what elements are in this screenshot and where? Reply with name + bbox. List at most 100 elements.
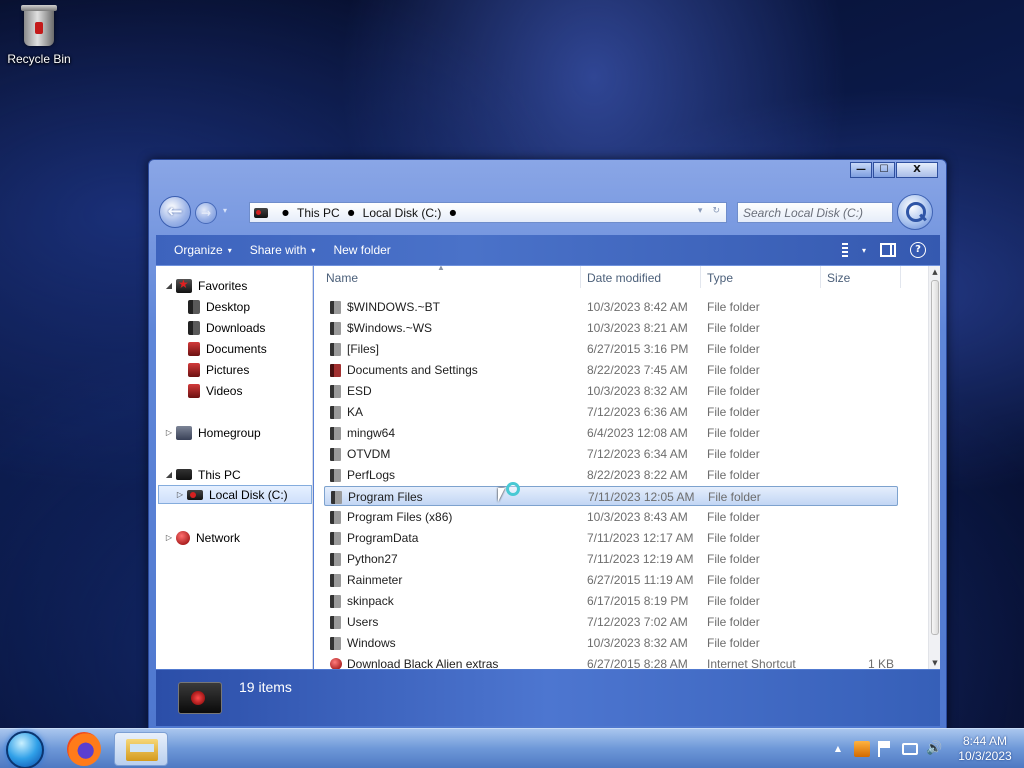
file-row[interactable]: Documents and Settings 8/22/2023 7:45 AM F… bbox=[324, 360, 898, 380]
file-row[interactable]: $Windows.~WS 10/3/2023 8:21 AM File folder bbox=[324, 318, 898, 338]
nav-documents[interactable]: Documents bbox=[188, 339, 267, 358]
back-button[interactable]: ← bbox=[159, 196, 191, 228]
nav-local-disk-label: Local Disk (C:) bbox=[209, 487, 288, 502]
address-dropdown-icon[interactable]: ▾ bbox=[698, 206, 703, 216]
collapsed-icon[interactable]: ▷ bbox=[175, 490, 185, 499]
help-icon[interactable]: ? bbox=[910, 242, 926, 258]
column-type[interactable]: Type bbox=[707, 271, 733, 285]
file-name: [Files] bbox=[347, 342, 380, 356]
nav-local-disk[interactable]: ▷ Local Disk (C:) bbox=[158, 485, 312, 504]
action-center-flag-icon[interactable] bbox=[878, 741, 894, 757]
file-row[interactable]: Users 7/12/2023 7:02 AM File folder bbox=[324, 612, 898, 632]
desktop-icon-recycle-bin[interactable]: Recycle Bin bbox=[6, 5, 72, 66]
homegroup-icon bbox=[176, 425, 192, 440]
column-size[interactable]: Size bbox=[827, 271, 850, 285]
search-input[interactable]: Search Local Disk (C:) bbox=[737, 202, 893, 223]
column-divider[interactable] bbox=[580, 266, 581, 288]
file-date-modified: 10/3/2023 8:32 AM bbox=[587, 636, 688, 650]
file-date-modified: 10/3/2023 8:42 AM bbox=[587, 300, 688, 314]
collapsed-icon[interactable]: ▷ bbox=[164, 428, 174, 437]
file-row[interactable]: PerfLogs 8/22/2023 8:22 AM File folder bbox=[324, 465, 898, 485]
scroll-up-arrow[interactable]: ▲ bbox=[929, 266, 940, 278]
file-date-modified: 7/12/2023 7:02 AM bbox=[587, 615, 688, 629]
recent-locations-dropdown[interactable]: ▾ bbox=[223, 206, 227, 215]
breadcrumb-separator[interactable]: ● bbox=[449, 208, 456, 217]
minimize-button[interactable]: — bbox=[850, 162, 872, 178]
nav-this-pc[interactable]: ◢ This PC bbox=[164, 465, 241, 484]
expanded-icon[interactable]: ◢ bbox=[164, 281, 174, 290]
file-type: File folder bbox=[707, 342, 760, 356]
breadcrumb-this-pc[interactable]: This PC bbox=[297, 206, 340, 220]
nav-network[interactable]: ▷ Network bbox=[164, 528, 240, 547]
file-row[interactable]: ProgramData 7/11/2023 12:17 AM File folder bbox=[324, 528, 898, 548]
file-row[interactable]: Rainmeter 6/27/2015 11:19 AM File folder bbox=[324, 570, 898, 590]
computer-icon bbox=[176, 469, 192, 480]
file-explorer-taskbar-button[interactable] bbox=[114, 732, 168, 766]
column-name[interactable]: Name bbox=[326, 271, 358, 285]
expanded-icon[interactable]: ◢ bbox=[164, 470, 174, 479]
sort-ascending-icon: ▲ bbox=[437, 266, 445, 272]
change-view-icon[interactable] bbox=[841, 243, 848, 257]
file-row[interactable]: Program Files (x86) 10/3/2023 8:43 AM File… bbox=[324, 507, 898, 527]
address-bar[interactable]: ● This PC ● Local Disk (C:) ● ▾ ↻ bbox=[249, 202, 727, 223]
favorites-icon bbox=[176, 277, 192, 293]
share-with-button[interactable]: Share with ▾ bbox=[232, 243, 316, 257]
organize-button[interactable]: Organize ▾ bbox=[156, 243, 232, 257]
network-tray-icon[interactable] bbox=[902, 743, 918, 755]
column-divider[interactable] bbox=[700, 266, 701, 288]
folder-icon bbox=[330, 553, 341, 566]
collapsed-icon[interactable]: ▷ bbox=[164, 533, 174, 542]
preview-pane-icon[interactable] bbox=[880, 243, 896, 257]
column-date-modified[interactable]: Date modified bbox=[587, 271, 661, 285]
forward-button[interactable]: → bbox=[195, 202, 217, 224]
file-row[interactable]: [Files] 6/27/2015 3:16 PM File folder bbox=[324, 339, 898, 359]
volume-icon[interactable]: 🔊 bbox=[926, 741, 942, 757]
file-type: File folder bbox=[707, 363, 760, 377]
show-hidden-icons-button[interactable]: ▲ bbox=[830, 741, 846, 757]
close-button[interactable]: X bbox=[896, 162, 938, 178]
nav-pictures[interactable]: Pictures bbox=[188, 360, 249, 379]
breadcrumb-separator[interactable]: ● bbox=[348, 208, 355, 217]
file-row[interactable]: Download Black Alien extras 6/27/2015 8:2… bbox=[324, 654, 898, 669]
view-options-dropdown[interactable]: ▾ bbox=[862, 246, 866, 255]
firefox-icon[interactable] bbox=[67, 732, 101, 766]
nav-favorites[interactable]: ◢ Favorites bbox=[164, 276, 247, 295]
file-name: Program Files (x86) bbox=[347, 510, 453, 524]
refresh-icon[interactable]: ↻ bbox=[712, 206, 720, 216]
file-row[interactable]: mingw64 6/4/2023 12:08 AM File folder bbox=[324, 423, 898, 443]
vertical-scrollbar[interactable]: ▲ ▼ bbox=[928, 266, 940, 669]
file-row[interactable]: ESD 10/3/2023 8:32 AM File folder bbox=[324, 381, 898, 401]
file-date-modified: 6/27/2015 3:16 PM bbox=[587, 342, 689, 356]
file-row[interactable]: Python27 7/11/2023 12:19 AM File folder bbox=[324, 549, 898, 569]
folder-icon bbox=[330, 364, 341, 377]
column-divider[interactable] bbox=[900, 266, 901, 288]
taskbar: ▲ 🔊 8:44 AM 10/3/2023 bbox=[0, 728, 1024, 768]
column-divider[interactable] bbox=[820, 266, 821, 288]
search-icon[interactable] bbox=[897, 194, 933, 230]
file-row[interactable]: Windows 10/3/2023 8:32 AM File folder bbox=[324, 633, 898, 653]
file-row[interactable]: $WINDOWS.~BT 10/3/2023 8:42 AM File folder bbox=[324, 297, 898, 317]
folder-icon bbox=[330, 532, 341, 545]
tray-app-icon[interactable] bbox=[854, 741, 870, 757]
breadcrumb-separator[interactable]: ● bbox=[282, 208, 289, 217]
new-folder-button[interactable]: New folder bbox=[315, 243, 390, 257]
nav-desktop[interactable]: Desktop bbox=[188, 297, 250, 316]
file-row[interactable]: KA 7/12/2023 6:36 AM File folder bbox=[324, 402, 898, 422]
nav-homegroup[interactable]: ▷ Homegroup bbox=[164, 423, 261, 442]
breadcrumb-local-disk[interactable]: Local Disk (C:) bbox=[363, 206, 442, 220]
nav-downloads[interactable]: Downloads bbox=[188, 318, 265, 337]
file-name: $Windows.~WS bbox=[347, 321, 433, 335]
file-row[interactable]: Program Files 7/11/2023 12:05 AM File fold… bbox=[324, 486, 898, 506]
maximize-button[interactable]: ☐ bbox=[873, 162, 895, 178]
file-type: File folder bbox=[708, 490, 761, 504]
nav-videos[interactable]: Videos bbox=[188, 381, 242, 400]
scroll-thumb[interactable] bbox=[931, 280, 939, 635]
file-type: File folder bbox=[707, 405, 760, 419]
folder-icon bbox=[330, 406, 341, 419]
file-row[interactable]: skinpack 6/17/2015 8:19 PM File folder bbox=[324, 591, 898, 611]
folder-icon bbox=[330, 427, 341, 440]
file-row[interactable]: OTVDM 7/12/2023 6:34 AM File folder bbox=[324, 444, 898, 464]
start-button[interactable] bbox=[6, 731, 44, 768]
scroll-down-arrow[interactable]: ▼ bbox=[929, 657, 940, 669]
clock[interactable]: 8:44 AM 10/3/2023 bbox=[950, 734, 1020, 764]
